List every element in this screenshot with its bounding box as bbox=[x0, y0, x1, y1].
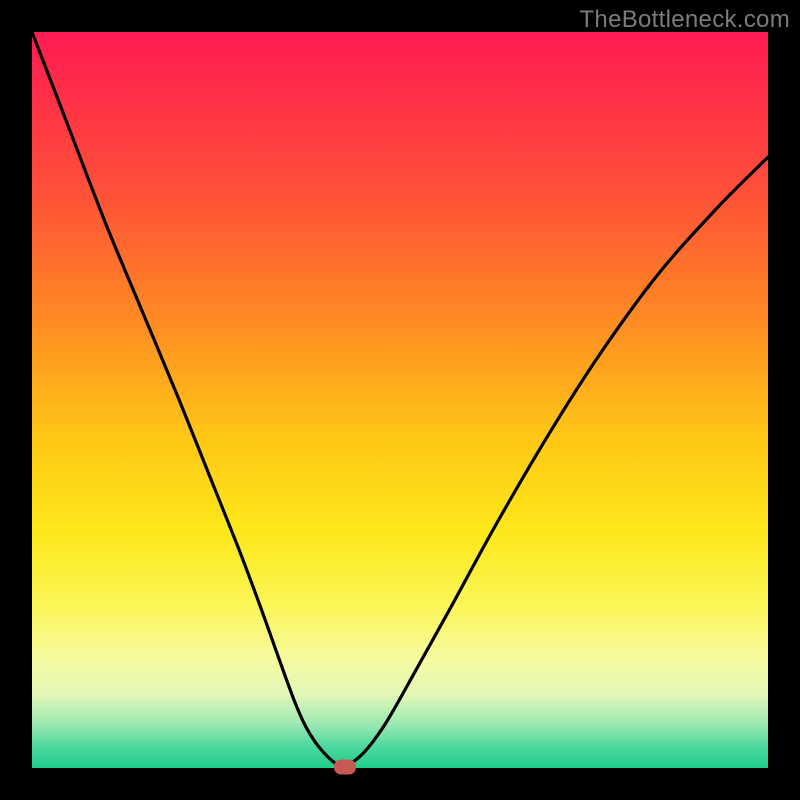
plot-area bbox=[32, 32, 768, 768]
minimum-marker bbox=[334, 759, 356, 774]
watermark-text: TheBottleneck.com bbox=[579, 6, 790, 34]
curve-layer bbox=[32, 32, 768, 768]
chart-frame: TheBottleneck.com bbox=[0, 0, 800, 800]
bottleneck-curve bbox=[32, 32, 768, 768]
